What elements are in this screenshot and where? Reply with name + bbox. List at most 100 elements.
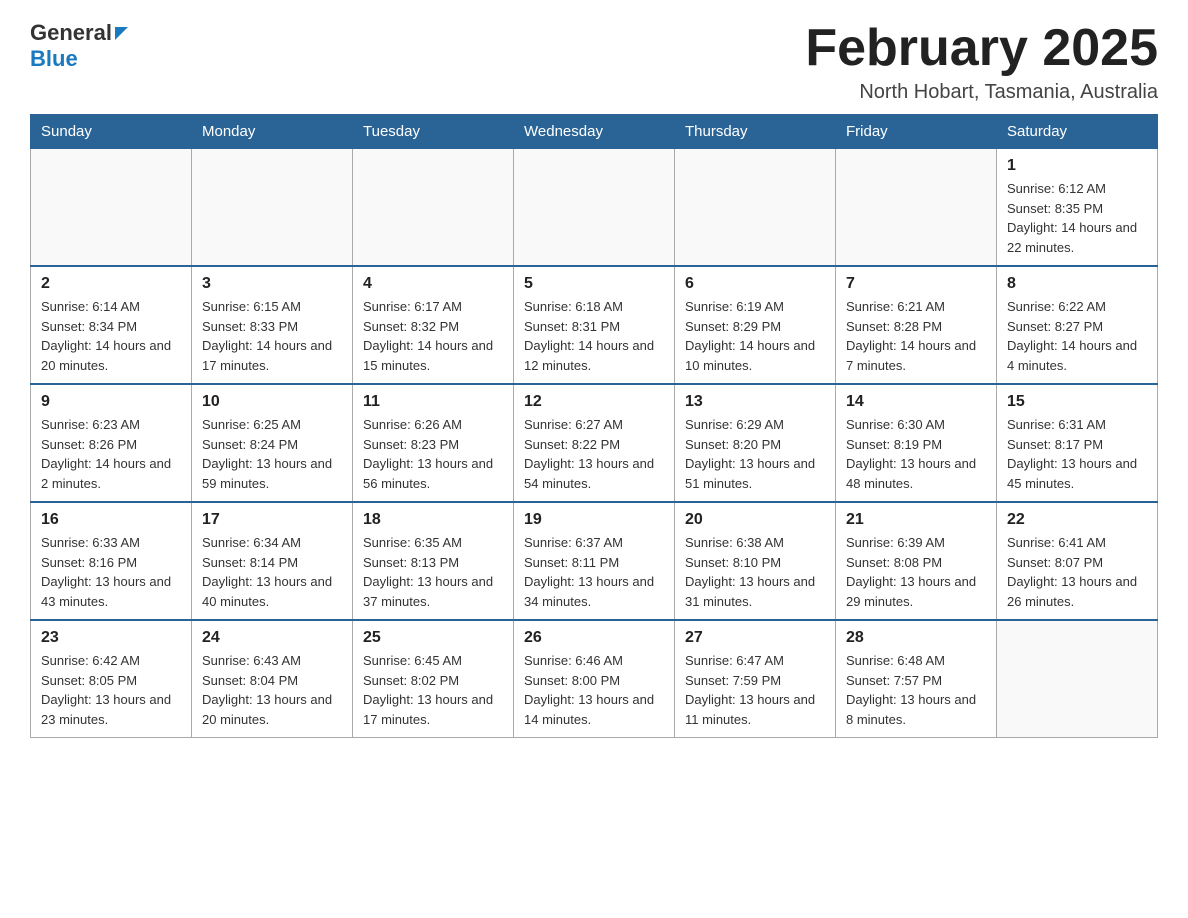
day-info: Sunrise: 6:39 AM Sunset: 8:08 PM Dayligh… xyxy=(846,533,986,611)
weekday-header-thursday: Thursday xyxy=(675,115,836,149)
calendar-cell xyxy=(31,149,192,267)
calendar-cell: 22Sunrise: 6:41 AM Sunset: 8:07 PM Dayli… xyxy=(997,502,1158,620)
day-info: Sunrise: 6:43 AM Sunset: 8:04 PM Dayligh… xyxy=(202,651,342,729)
day-info: Sunrise: 6:27 AM Sunset: 8:22 PM Dayligh… xyxy=(524,415,664,493)
calendar-cell: 21 Sunrise: 6:39 AM Sunset: 8:08 PM Dayli… xyxy=(836,502,997,620)
day-info: Sunrise: 6:18 AM Sunset: 8:31 PM Dayligh… xyxy=(524,297,664,375)
calendar-cell: 7 Sunrise: 6:21 AM Sunset: 8:28 PM Daylig… xyxy=(836,266,997,384)
day-number: 13 xyxy=(685,393,825,411)
day-number: 25 xyxy=(363,629,503,647)
day-number: 19 xyxy=(524,511,664,529)
day-number: 8 xyxy=(1007,275,1147,293)
location-subtitle: North Hobart, Tasmania, Australia xyxy=(805,81,1158,104)
calendar-cell: 8 Sunrise: 6:22 AM Sunset: 8:27 PM Daylig… xyxy=(997,266,1158,384)
weekday-header-tuesday: Tuesday xyxy=(353,115,514,149)
calendar-cell: 26 Sunrise: 6:46 AM Sunset: 8:00 PM Dayli… xyxy=(514,620,675,738)
day-info: Sunrise: 6:12 AM Sunset: 8:35 PM Dayligh… xyxy=(1007,179,1147,257)
title-block: February 2025 North Hobart, Tasmania, Au… xyxy=(805,20,1158,104)
day-number: 18 xyxy=(363,511,503,529)
day-info: Sunrise: 6:17 AM Sunset: 8:32 PM Dayligh… xyxy=(363,297,503,375)
day-info: Sunrise: 6:29 AM Sunset: 8:20 PM Dayligh… xyxy=(685,415,825,493)
calendar-cell: 24 Sunrise: 6:43 AM Sunset: 8:04 PM Dayli… xyxy=(192,620,353,738)
day-number: 14 xyxy=(846,393,986,411)
calendar-cell: 14Sunrise: 6:30 AM Sunset: 8:19 PM Dayli… xyxy=(836,384,997,502)
calendar-week-row: 16Sunrise: 6:33 AM Sunset: 8:16 PM Dayli… xyxy=(31,502,1158,620)
day-info: Sunrise: 6:34 AM Sunset: 8:14 PM Dayligh… xyxy=(202,533,342,611)
day-info: Sunrise: 6:47 AM Sunset: 7:59 PM Dayligh… xyxy=(685,651,825,729)
day-info: Sunrise: 6:31 AM Sunset: 8:17 PM Dayligh… xyxy=(1007,415,1147,493)
day-number: 4 xyxy=(363,275,503,293)
calendar-week-row: 2 Sunrise: 6:14 AM Sunset: 8:34 PM Daylig… xyxy=(31,266,1158,384)
calendar-cell: 16Sunrise: 6:33 AM Sunset: 8:16 PM Dayli… xyxy=(31,502,192,620)
day-info: Sunrise: 6:48 AM Sunset: 7:57 PM Dayligh… xyxy=(846,651,986,729)
day-info: Sunrise: 6:14 AM Sunset: 8:34 PM Dayligh… xyxy=(41,297,181,375)
calendar-cell: 13 Sunrise: 6:29 AM Sunset: 8:20 PM Dayli… xyxy=(675,384,836,502)
logo: General Blue xyxy=(30,20,128,72)
calendar-cell: 3 Sunrise: 6:15 AM Sunset: 8:33 PM Daylig… xyxy=(192,266,353,384)
weekday-header-saturday: Saturday xyxy=(997,115,1158,149)
calendar-cell: 10Sunrise: 6:25 AM Sunset: 8:24 PM Dayli… xyxy=(192,384,353,502)
day-number: 17 xyxy=(202,511,342,529)
calendar-cell: 12 Sunrise: 6:27 AM Sunset: 8:22 PM Dayli… xyxy=(514,384,675,502)
day-info: Sunrise: 6:46 AM Sunset: 8:00 PM Dayligh… xyxy=(524,651,664,729)
day-info: Sunrise: 6:21 AM Sunset: 8:28 PM Dayligh… xyxy=(846,297,986,375)
calendar-cell: 9 Sunrise: 6:23 AM Sunset: 8:26 PM Daylig… xyxy=(31,384,192,502)
day-number: 11 xyxy=(363,393,503,411)
day-number: 23 xyxy=(41,629,181,647)
day-number: 26 xyxy=(524,629,664,647)
calendar-cell: 17 Sunrise: 6:34 AM Sunset: 8:14 PM Dayli… xyxy=(192,502,353,620)
logo-blue-text: Blue xyxy=(30,46,128,72)
day-info: Sunrise: 6:23 AM Sunset: 8:26 PM Dayligh… xyxy=(41,415,181,493)
calendar-cell: 18 Sunrise: 6:35 AM Sunset: 8:13 PM Dayli… xyxy=(353,502,514,620)
day-number: 15 xyxy=(1007,393,1147,411)
day-number: 12 xyxy=(524,393,664,411)
day-info: Sunrise: 6:41 AM Sunset: 8:07 PM Dayligh… xyxy=(1007,533,1147,611)
day-info: Sunrise: 6:42 AM Sunset: 8:05 PM Dayligh… xyxy=(41,651,181,729)
weekday-header-monday: Monday xyxy=(192,115,353,149)
day-info: Sunrise: 6:15 AM Sunset: 8:33 PM Dayligh… xyxy=(202,297,342,375)
day-number: 3 xyxy=(202,275,342,293)
day-number: 9 xyxy=(41,393,181,411)
calendar-cell: 4 Sunrise: 6:17 AM Sunset: 8:32 PM Daylig… xyxy=(353,266,514,384)
calendar-cell: 28 Sunrise: 6:48 AM Sunset: 7:57 PM Dayli… xyxy=(836,620,997,738)
calendar-cell xyxy=(836,149,997,267)
page-header: General Blue February 2025 North Hobart,… xyxy=(30,20,1158,104)
calendar-cell xyxy=(353,149,514,267)
calendar-cell: 20 Sunrise: 6:38 AM Sunset: 8:10 PM Dayli… xyxy=(675,502,836,620)
day-number: 1 xyxy=(1007,157,1147,175)
calendar-cell: 5Sunrise: 6:18 AM Sunset: 8:31 PM Daylig… xyxy=(514,266,675,384)
calendar-week-row: 1 Sunrise: 6:12 AM Sunset: 8:35 PM Daylig… xyxy=(31,149,1158,267)
calendar-cell: 11 Sunrise: 6:26 AM Sunset: 8:23 PM Dayli… xyxy=(353,384,514,502)
day-info: Sunrise: 6:38 AM Sunset: 8:10 PM Dayligh… xyxy=(685,533,825,611)
day-number: 20 xyxy=(685,511,825,529)
day-info: Sunrise: 6:35 AM Sunset: 8:13 PM Dayligh… xyxy=(363,533,503,611)
day-number: 16 xyxy=(41,511,181,529)
calendar-week-row: 9 Sunrise: 6:23 AM Sunset: 8:26 PM Daylig… xyxy=(31,384,1158,502)
calendar-cell xyxy=(997,620,1158,738)
calendar-table: SundayMondayTuesdayWednesdayThursdayFrid… xyxy=(30,114,1158,738)
day-info: Sunrise: 6:37 AM Sunset: 8:11 PM Dayligh… xyxy=(524,533,664,611)
day-info: Sunrise: 6:45 AM Sunset: 8:02 PM Dayligh… xyxy=(363,651,503,729)
logo-general-text: General xyxy=(30,20,112,46)
calendar-header-row: SundayMondayTuesdayWednesdayThursdayFrid… xyxy=(31,115,1158,149)
month-title: February 2025 xyxy=(805,20,1158,77)
calendar-cell: 19 Sunrise: 6:37 AM Sunset: 8:11 PM Dayli… xyxy=(514,502,675,620)
calendar-cell: 27Sunrise: 6:47 AM Sunset: 7:59 PM Dayli… xyxy=(675,620,836,738)
calendar-cell xyxy=(514,149,675,267)
day-info: Sunrise: 6:19 AM Sunset: 8:29 PM Dayligh… xyxy=(685,297,825,375)
calendar-week-row: 23 Sunrise: 6:42 AM Sunset: 8:05 PM Dayli… xyxy=(31,620,1158,738)
day-number: 2 xyxy=(41,275,181,293)
day-number: 28 xyxy=(846,629,986,647)
day-number: 10 xyxy=(202,393,342,411)
day-info: Sunrise: 6:26 AM Sunset: 8:23 PM Dayligh… xyxy=(363,415,503,493)
weekday-header-friday: Friday xyxy=(836,115,997,149)
day-number: 6 xyxy=(685,275,825,293)
calendar-cell: 1 Sunrise: 6:12 AM Sunset: 8:35 PM Daylig… xyxy=(997,149,1158,267)
calendar-cell xyxy=(192,149,353,267)
day-number: 7 xyxy=(846,275,986,293)
day-info: Sunrise: 6:22 AM Sunset: 8:27 PM Dayligh… xyxy=(1007,297,1147,375)
weekday-header-wednesday: Wednesday xyxy=(514,115,675,149)
calendar-cell: 6 Sunrise: 6:19 AM Sunset: 8:29 PM Daylig… xyxy=(675,266,836,384)
day-number: 24 xyxy=(202,629,342,647)
day-number: 21 xyxy=(846,511,986,529)
